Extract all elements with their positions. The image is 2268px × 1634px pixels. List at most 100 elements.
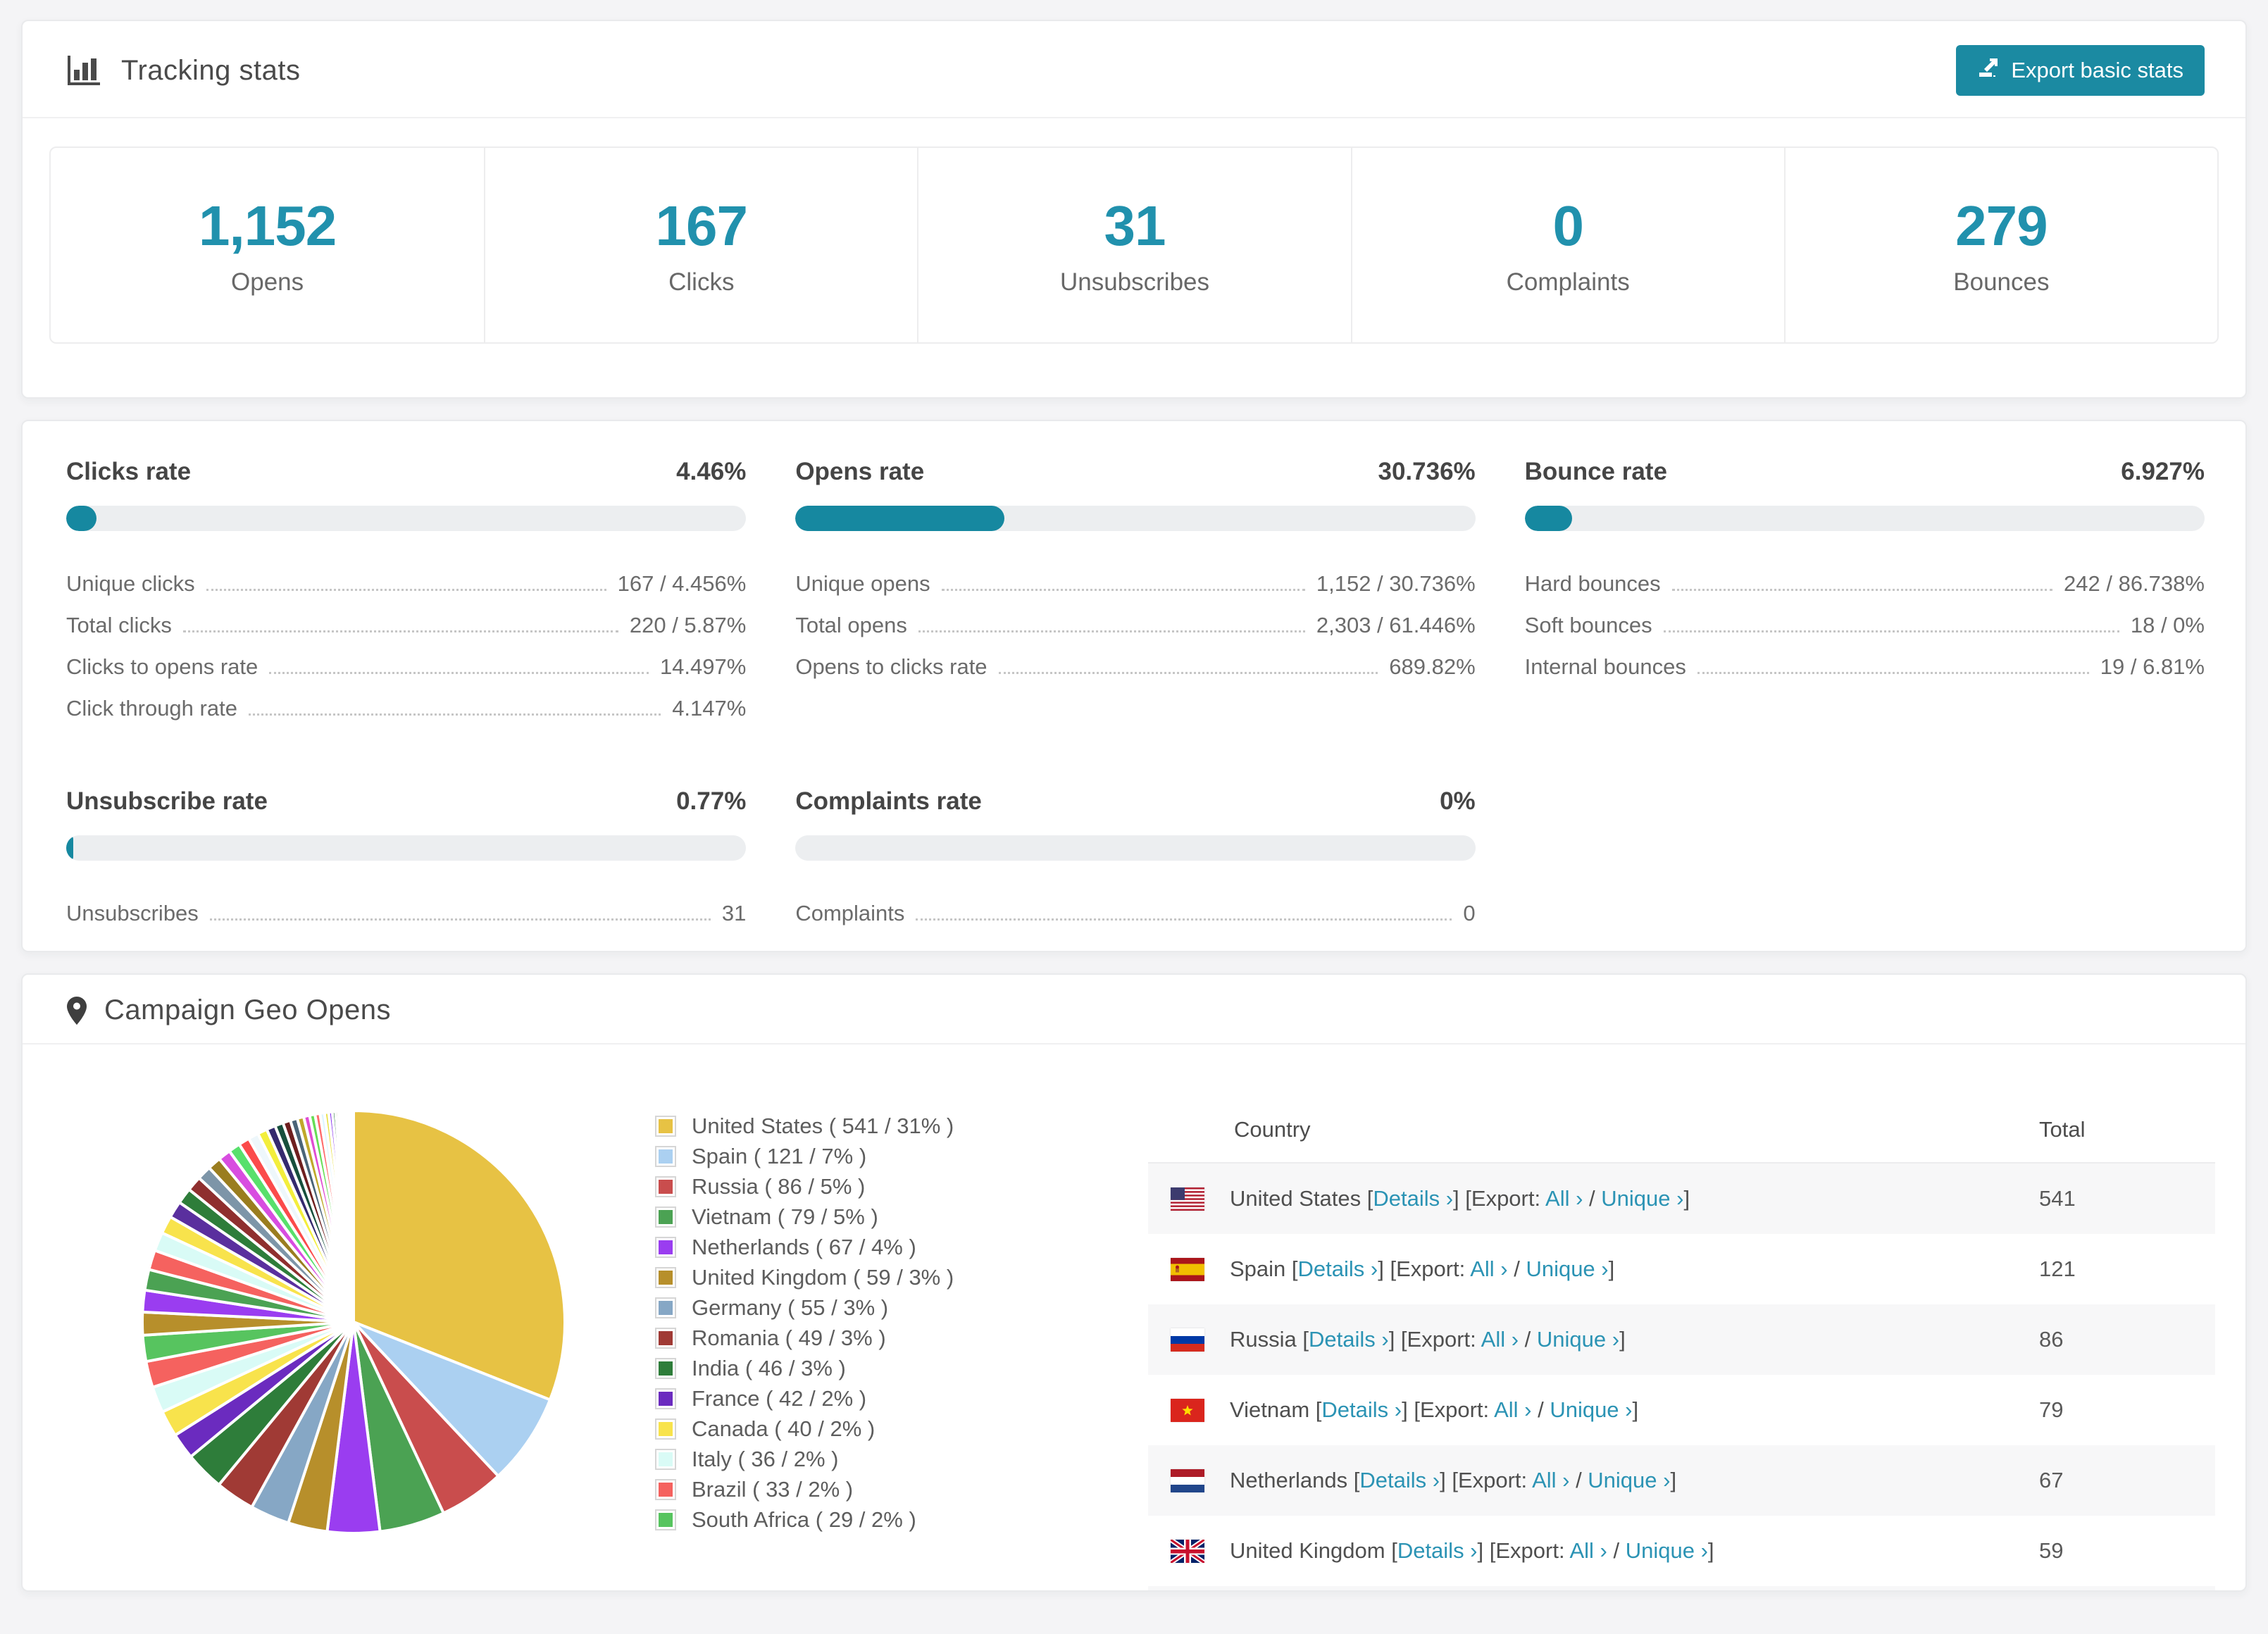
legend-item: Vietnam ( 79 / 5% ) <box>655 1202 954 1232</box>
progress-bar-fill <box>795 506 1004 531</box>
bar-chart-icon <box>66 54 103 87</box>
legend-item: India ( 46 / 3% ) <box>655 1353 954 1383</box>
export-unique-link[interactable]: Unique › <box>1588 1468 1670 1492</box>
rate-value: 0% <box>1440 787 1476 816</box>
progress-bar-fill <box>1525 506 1572 531</box>
stat-row: Hard bounces242 / 86.738% <box>1525 556 2205 598</box>
legend-label: India ( 46 / 3% ) <box>692 1356 846 1381</box>
export-unique-link[interactable]: Unique › <box>1526 1256 1608 1281</box>
rate-block: Complaints rate0%Complaints0 <box>795 787 1475 928</box>
details-link[interactable]: Details › <box>1309 1327 1389 1352</box>
rate-title: Bounce rate <box>1525 458 1667 486</box>
dotted-leader <box>918 630 1305 632</box>
details-link[interactable]: Details › <box>1321 1397 1402 1422</box>
rate-value: 6.927% <box>2121 458 2205 486</box>
stat-row-label: Unique opens <box>795 571 930 598</box>
stat-row: Clicks to opens rate14.497% <box>66 640 746 681</box>
legend-item: United Kingdom ( 59 / 3% ) <box>655 1262 954 1292</box>
legend-swatch <box>655 1388 676 1409</box>
stat-value: 31 <box>1104 194 1166 258</box>
stat-row: Unique clicks167 / 4.456% <box>66 556 746 598</box>
export-all-link[interactable]: All › <box>1545 1186 1583 1211</box>
export-all-link[interactable]: All › <box>1470 1256 1507 1281</box>
export-all-link[interactable]: All › <box>1569 1538 1607 1563</box>
page-title: Tracking stats <box>121 55 300 87</box>
stat-row-value: 14.497% <box>660 654 746 681</box>
rate-title: Opens rate <box>795 458 924 486</box>
details-link[interactable]: Details › <box>1359 1468 1440 1492</box>
rate-title: Complaints rate <box>795 787 982 816</box>
export-all-link[interactable]: All › <box>1532 1468 1569 1492</box>
dotted-leader <box>249 713 661 716</box>
stat-row-label: Unsubscribes <box>66 901 199 928</box>
dotted-leader <box>269 672 649 674</box>
export-all-link[interactable]: All › <box>1481 1327 1519 1352</box>
legend-item: Romania ( 49 / 3% ) <box>655 1323 954 1353</box>
legend-label: Romania ( 49 / 3% ) <box>692 1326 886 1351</box>
geo-legend: United States ( 541 / 31% )Spain ( 121 /… <box>655 1111 954 1535</box>
export-label: Export: <box>1471 1186 1540 1211</box>
legend-swatch <box>655 1237 676 1258</box>
legend-swatch <box>655 1176 676 1197</box>
details-link[interactable]: Details › <box>1373 1186 1453 1211</box>
table-row: Vietnam [Details ›] [Export: All › / Uni… <box>1148 1375 2215 1445</box>
stat-value: 167 <box>656 194 747 258</box>
flag-nl-icon <box>1171 1469 1204 1492</box>
legend-swatch <box>655 1267 676 1288</box>
rate-block: Opens rate30.736%Unique opens1,152 / 30.… <box>795 458 1475 723</box>
rate-rows: Hard bounces242 / 86.738%Soft bounces18 … <box>1525 556 2205 681</box>
legend-item: Canada ( 40 / 2% ) <box>655 1414 954 1444</box>
export-unique-link[interactable]: Unique › <box>1601 1186 1683 1211</box>
legend-label: France ( 42 / 2% ) <box>692 1386 866 1411</box>
rate-title: Unsubscribe rate <box>66 787 268 816</box>
tracking-stats-card: Tracking stats Export basic stats 1,152O… <box>21 20 2247 399</box>
legend-swatch <box>655 1449 676 1470</box>
export-unique-link[interactable]: Unique › <box>1626 1538 1708 1563</box>
export-basic-stats-button[interactable]: Export basic stats <box>1956 45 2205 96</box>
stat-row-value: 0 <box>1463 901 1475 928</box>
stat-row-label: Click through rate <box>66 696 237 723</box>
legend-label: United Kingdom ( 59 / 3% ) <box>692 1265 954 1290</box>
geo-table-header: Country Total <box>1148 1097 2215 1164</box>
legend-item: France ( 42 / 2% ) <box>655 1383 954 1414</box>
stat-row-label: Total opens <box>795 613 907 640</box>
rate-header: Unsubscribe rate 0.77% <box>66 787 746 816</box>
geo-header: Campaign Geo Opens <box>23 975 2245 1043</box>
geo-title: Campaign Geo Opens <box>104 994 391 1026</box>
export-label: Export: <box>1396 1256 1465 1281</box>
export-unique-link[interactable]: Unique › <box>1537 1327 1619 1352</box>
stat-row-value: 2,303 / 61.446% <box>1316 613 1476 640</box>
stat-row-value: 19 / 6.81% <box>2100 654 2205 681</box>
total-cell: 79 <box>2039 1397 2215 1423</box>
legend-item: South Africa ( 29 / 2% ) <box>655 1504 954 1535</box>
geo-table: Country Total United States [Details ›] … <box>1148 1097 2215 1592</box>
progress-bar <box>795 506 1475 531</box>
legend-swatch <box>655 1328 676 1349</box>
campaign-stats-page: Tracking stats Export basic stats 1,152 O… <box>0 20 2268 1592</box>
country-cell: Russia [Details ›] [Export: All › / Uniq… <box>1204 1327 2039 1352</box>
campaign-geo-opens-card: Campaign Geo Opens United States ( 541 /… <box>21 973 2247 1592</box>
country-column-header: Country <box>1148 1117 2039 1142</box>
details-link[interactable]: Details › <box>1298 1256 1378 1281</box>
country-name: United States <box>1230 1186 1361 1211</box>
rate-value: 30.736% <box>1378 458 1475 486</box>
progress-bar <box>66 835 746 861</box>
stat-value: 1,152 <box>199 194 336 258</box>
dotted-leader <box>942 589 1305 591</box>
table-row: Spain [Details ›] [Export: All › / Uniqu… <box>1148 1234 2215 1304</box>
stat-row: Total opens 2,303 / 61.446% <box>795 598 1475 640</box>
export-all-link[interactable]: All › <box>1494 1397 1531 1422</box>
export-label: Export: <box>1420 1397 1489 1422</box>
stat-row-value: 4.147% <box>672 696 746 723</box>
total-cell: 59 <box>2039 1538 2215 1564</box>
legend-item: Italy ( 36 / 2% ) <box>655 1444 954 1474</box>
rate-header: Clicks rate4.46% <box>66 458 746 486</box>
export-unique-link[interactable]: Unique › <box>1550 1397 1632 1422</box>
details-link[interactable]: Details › <box>1397 1538 1478 1563</box>
stat-row: Total clicks220 / 5.87% <box>66 598 746 640</box>
rate-value: 0.77% <box>676 787 746 816</box>
country-name: United Kingdom <box>1230 1538 1385 1563</box>
legend-swatch <box>655 1418 676 1440</box>
rates-grid: Clicks rate4.46% Unique clicks167 / 4.456… <box>66 458 2205 928</box>
stat-row-value: 242 / 86.738% <box>2064 571 2205 598</box>
